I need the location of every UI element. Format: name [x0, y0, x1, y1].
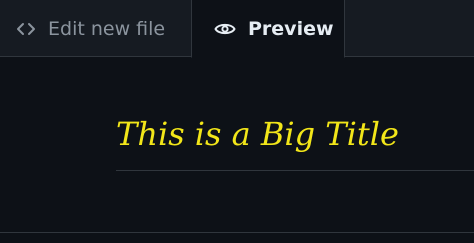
eye-icon [214, 21, 236, 37]
rendered-heading: This is a Big Title [116, 115, 399, 153]
tab-edit-new-file[interactable]: Edit new file [0, 0, 191, 57]
heading-divider [116, 170, 474, 171]
preview-pane: This is a Big Title [0, 57, 474, 232]
pane-footer [0, 233, 474, 243]
tab-edit-label: Edit new file [48, 17, 166, 40]
tab-preview-label: Preview [248, 17, 334, 40]
editor-tab-bar: Edit new file Preview [0, 0, 474, 58]
tab-preview[interactable]: Preview [191, 0, 345, 58]
code-icon [16, 21, 36, 37]
